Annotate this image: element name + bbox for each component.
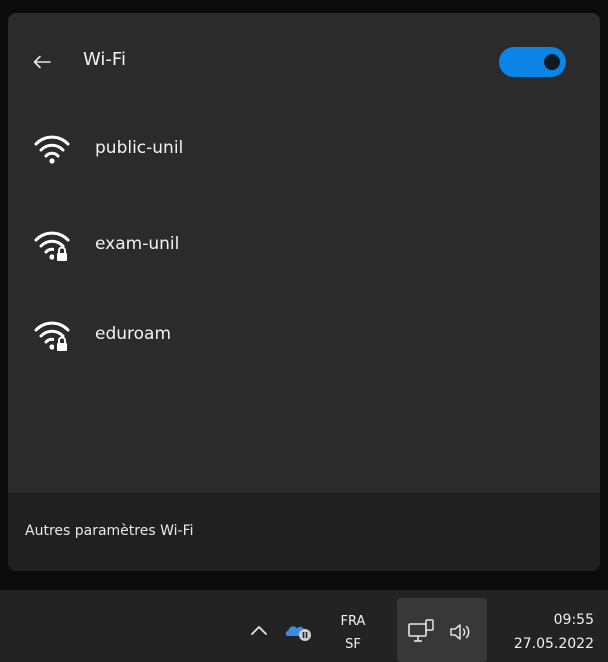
network-name: exam-unil [95,234,180,254]
network-name: eduroam [95,324,172,344]
wifi-flyout: Wi-Fi public-unil exam-unil eduroam Autr… [8,13,600,571]
clock[interactable]: 09:55 27.05.2022 [514,608,594,656]
quick-settings-button[interactable] [397,598,487,662]
back-arrow-icon [33,55,51,69]
wifi-open-icon [34,135,70,164]
more-wifi-settings-link[interactable]: Autres paramètres Wi-Fi [25,523,194,539]
wifi-secured-icon [34,321,70,353]
volume-icon [450,624,470,640]
network-wired-icon [408,619,434,642]
back-button[interactable] [26,50,58,74]
toggle-knob [544,54,560,70]
flyout-header: Wi-Fi [8,13,600,108]
wifi-secured-icon [34,231,70,263]
clock-time: 09:55 [553,612,594,628]
network-name: public-unil [95,138,184,158]
onedrive-paused-icon[interactable] [284,618,314,642]
page-title: Wi-Fi [83,49,126,70]
taskbar: FRA SF 09:55 27.05.2022 [0,590,608,662]
network-item-exam-unil[interactable]: exam-unil [8,211,600,281]
language-code: FRA [340,614,366,629]
chevron-up-icon[interactable] [248,623,270,637]
clock-date: 27.05.2022 [513,636,594,652]
keyboard-layout: SF [345,637,361,652]
flyout-footer: Autres paramètres Wi-Fi [8,493,600,571]
network-item-public-unil[interactable]: public-unil [8,115,600,185]
network-item-eduroam[interactable]: eduroam [8,301,600,371]
wifi-toggle[interactable] [499,47,566,77]
language-indicator[interactable]: FRA SF [328,610,378,656]
